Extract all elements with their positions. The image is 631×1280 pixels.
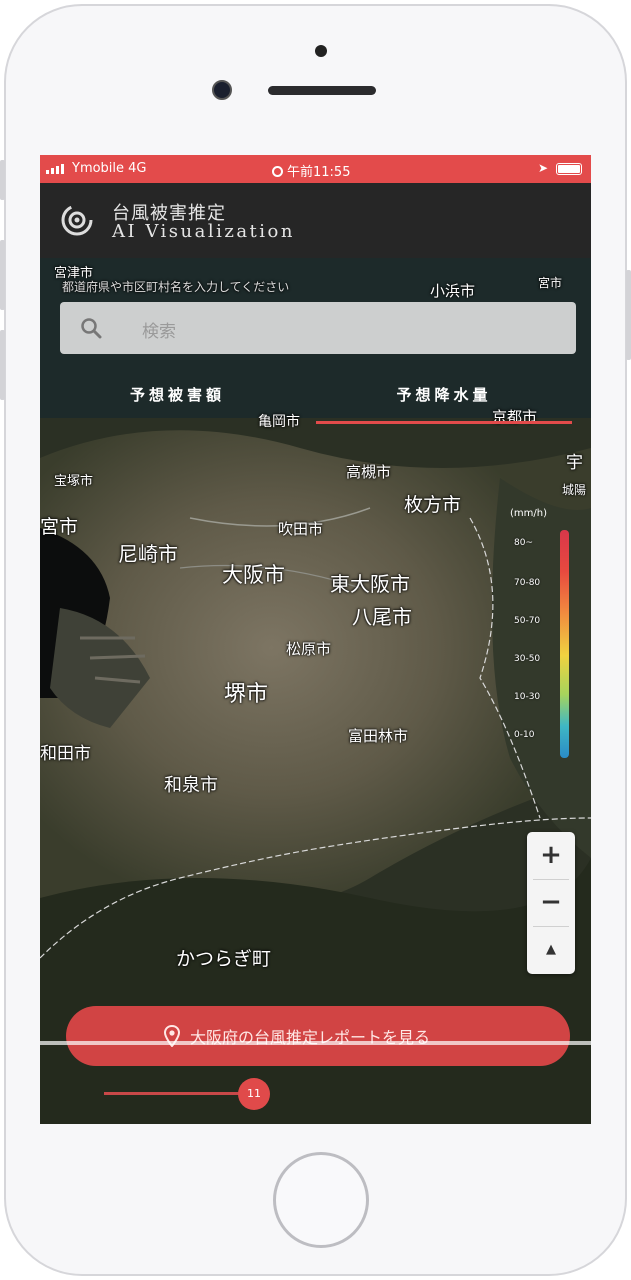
search-input[interactable]: 検索 — [142, 317, 176, 342]
time-slider-knob[interactable]: 11 — [238, 1078, 270, 1110]
map-label-matsubara: 松原市 — [286, 640, 332, 658]
map-label-yao: 八尾市 — [352, 605, 412, 629]
compass-button[interactable]: ▲ — [527, 927, 575, 973]
typhoon-logo-icon — [61, 204, 93, 236]
map-label-tondabayashi: 富田林市 — [348, 727, 409, 745]
map-label-sakai: 堺市 — [224, 682, 269, 707]
map-label-suita: 吹田市 — [278, 520, 324, 538]
battery-icon — [556, 163, 582, 175]
earpiece-speaker — [268, 86, 376, 95]
app-title-en: AI Visualization — [112, 221, 295, 242]
location-arrow-icon: ➤ — [538, 161, 549, 175]
legend-tick: 50-70 — [514, 616, 541, 626]
status-bar: Ymobile 4G 午前11:55 ➤ — [40, 155, 591, 183]
legend-tick: 30-50 — [514, 654, 541, 664]
tab-predicted-rainfall[interactable]: 予想降水量 — [316, 370, 572, 424]
zoom-out-button[interactable]: − — [527, 879, 575, 925]
map-label-nishinomiya: 宮市 — [40, 516, 79, 538]
search-hint: 都道府県や市区町村名を入力してください — [62, 280, 290, 294]
legend-tick: 80~ — [514, 538, 533, 548]
time-slider-track[interactable] — [104, 1092, 244, 1095]
rainfall-legend: (mm/h) 80~ 70-80 50-70 30-50 10-30 0-10 — [510, 508, 582, 758]
map-label-izumi: 和泉市 — [164, 775, 218, 796]
map-label-obama: 小浜市 — [430, 282, 476, 300]
map-label-osaka: 大阪市 — [222, 563, 285, 587]
zoom-controls: + − ▲ — [527, 832, 575, 974]
front-camera — [212, 80, 232, 100]
app-header: 台風被害推定 AI Visualization — [40, 183, 591, 258]
legend-unit: (mm/h) — [510, 508, 547, 519]
map-label-takarazuka: 宝塚市 — [54, 474, 94, 489]
overlay-line — [40, 1041, 591, 1045]
carrier-label: Ymobile 4G — [72, 161, 147, 176]
zoom-in-button[interactable]: + — [527, 832, 575, 878]
map-label-hirakata: 枚方市 — [404, 494, 462, 516]
search-icon — [81, 318, 102, 339]
map-label-higashiosaka: 東大阪市 — [330, 572, 410, 596]
legend-tick: 10-30 — [514, 692, 541, 702]
map-label-takatsuki: 高槻市 — [346, 463, 392, 481]
map-label-kishiwada: 和田市 — [40, 744, 91, 764]
map-label-amagasaki: 尼崎市 — [118, 542, 178, 566]
report-button[interactable]: 大阪府の台風推定レポートを見る — [66, 1006, 570, 1066]
satellite-map[interactable]: 宮津市 小浜市 京都市 亀岡市 宝塚市 高槻市 枚方市 吹田市 宮市 尼崎市 大… — [40, 258, 591, 1124]
signal-icon — [46, 164, 64, 174]
map-label-joyo: 城陽 — [562, 483, 587, 497]
map-label-miyashi-top: 宮市 — [538, 276, 563, 290]
volume-up-button — [0, 240, 5, 310]
search-bar[interactable]: 検索 — [60, 302, 576, 354]
alarm-icon — [272, 166, 283, 177]
map-label-uji: 宇 — [566, 453, 583, 473]
mute-switch — [0, 160, 5, 200]
volume-down-button — [0, 330, 5, 400]
map-label-katsuragi: かつらぎ町 — [176, 948, 272, 970]
tab-predicted-damage[interactable]: 予想被害額 — [40, 370, 315, 422]
legend-color-scale — [560, 530, 569, 758]
phone-screen: Ymobile 4G 午前11:55 ➤ 台風被害推定 AI Visualiza… — [40, 155, 591, 1124]
power-button — [626, 270, 631, 360]
tab-bar: 予想被害額 予想降水量 — [40, 370, 591, 424]
front-sensor — [315, 45, 327, 57]
status-time: 午前11:55 — [272, 161, 350, 180]
legend-tick: 0-10 — [514, 730, 535, 740]
legend-tick: 70-80 — [514, 578, 541, 588]
home-button[interactable] — [273, 1152, 369, 1248]
